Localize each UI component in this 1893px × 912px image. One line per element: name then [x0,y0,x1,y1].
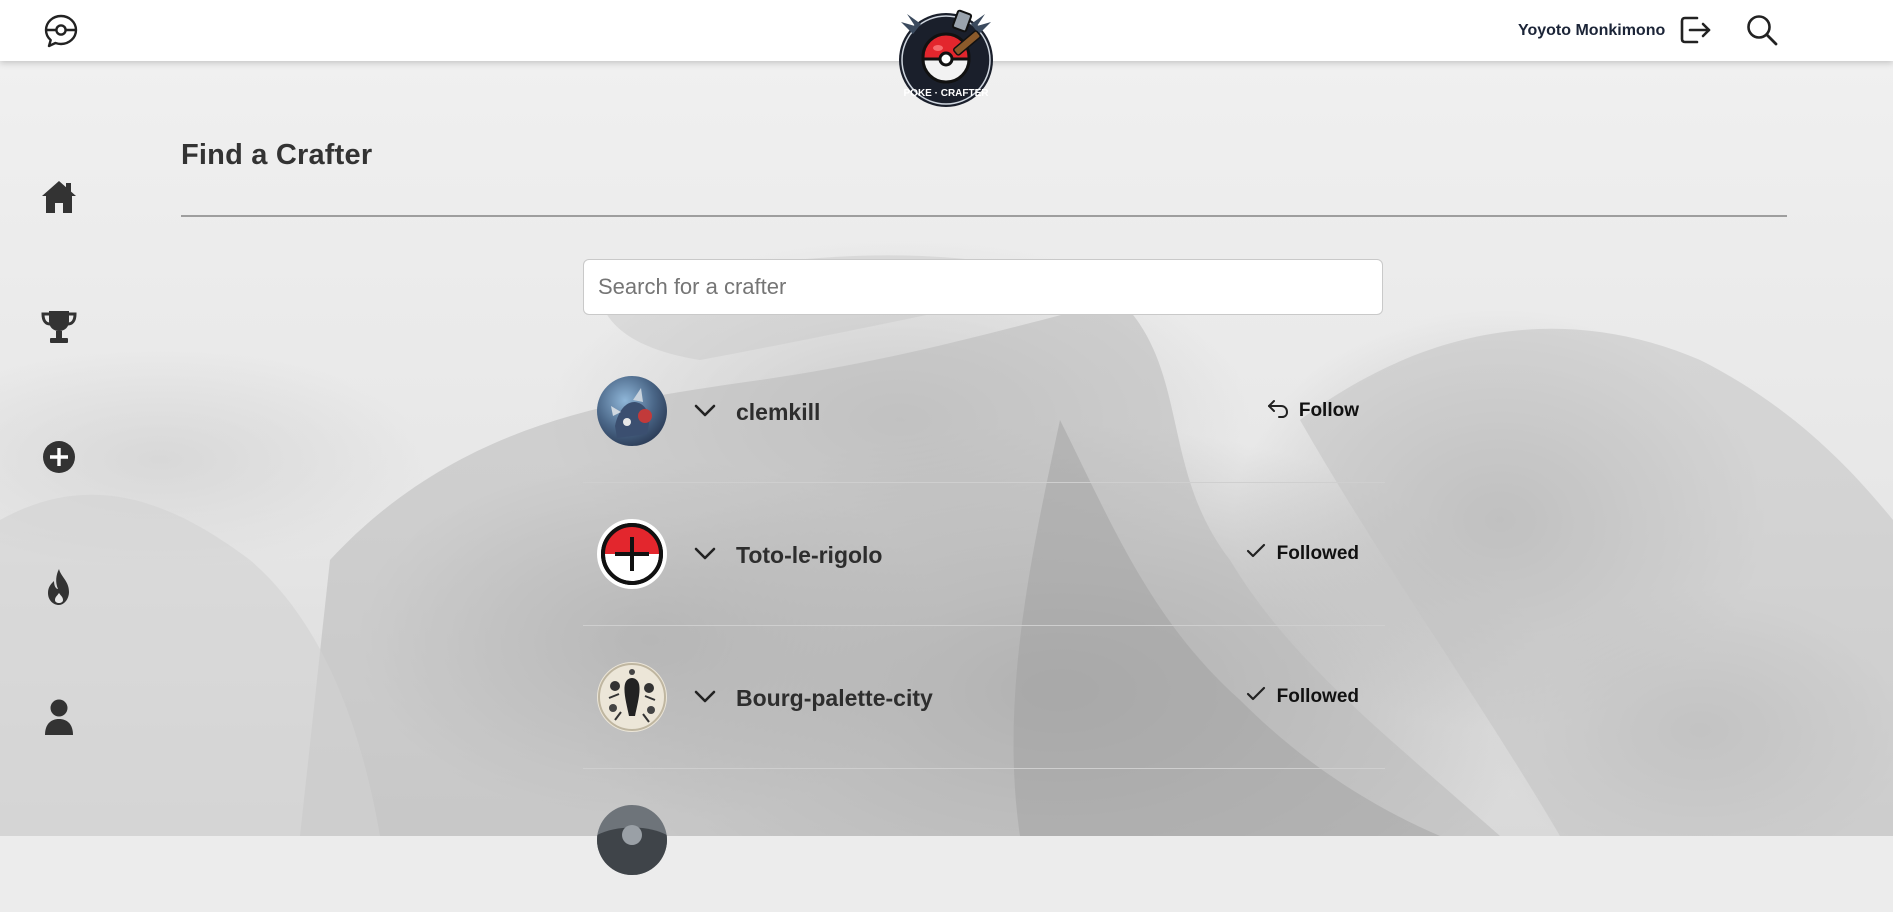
crafter-avatar-artwork[interactable] [597,376,667,446]
crafter-list: clemkill Follow Toto-le-rigolo Followed … [583,340,1385,912]
crafter-avatar-pokeball[interactable] [597,519,667,589]
expand-chevron-icon[interactable] [691,683,719,711]
crafter-row: Toto-le-rigolo Followed [583,483,1385,626]
sidebar-item-trophy[interactable] [37,307,81,351]
sidebar-item-profile[interactable] [37,697,81,741]
logout-icon[interactable] [1677,12,1713,48]
title-divider [181,215,1787,217]
crafter-avatar-partial[interactable] [597,805,667,875]
crafter-name[interactable]: clemkill [736,399,820,426]
followed-button[interactable]: Followed [1243,683,1359,711]
crafter-avatar-monochrome[interactable] [597,662,667,732]
sidebar-item-create[interactable] [37,437,81,481]
logo-text: POKE · CRAFTER [904,88,990,99]
username-label[interactable]: Yoyoto Monkimono [1518,22,1665,40]
home-icon [39,177,79,222]
page-title: Find a Crafter [181,139,373,171]
check-icon [1243,681,1269,713]
crafter-name[interactable]: Toto-le-rigolo [736,542,882,569]
trophy-icon [39,307,79,352]
follow-label: Follow [1298,400,1359,421]
poke-crafter-logo[interactable]: POKE · CRAFTER [893,4,999,110]
pokeball-chat-icon[interactable] [43,13,79,49]
follow-arrow-icon [1265,395,1291,427]
crafter-row: clemkill Follow [583,340,1385,483]
followed-label: Followed [1276,686,1359,707]
crafter-row-partial [583,769,1385,912]
crafter-search-input[interactable] [583,259,1383,315]
fire-icon [41,567,77,612]
followed-button[interactable]: Followed [1243,540,1359,568]
expand-chevron-icon[interactable] [691,540,719,568]
sidebar-item-home[interactable] [37,177,81,221]
followed-label: Followed [1276,543,1359,564]
check-icon [1243,538,1269,570]
search-icon[interactable] [1745,13,1779,47]
user-icon [41,697,77,742]
expand-chevron-icon[interactable] [691,397,719,425]
crafter-row: Bourg-palette-city Followed [583,626,1385,769]
crafter-name[interactable]: Bourg-palette-city [736,685,933,712]
plus-circle-icon [41,439,77,480]
sidebar-item-trending[interactable] [37,567,81,611]
follow-button[interactable]: Follow [1265,397,1359,425]
